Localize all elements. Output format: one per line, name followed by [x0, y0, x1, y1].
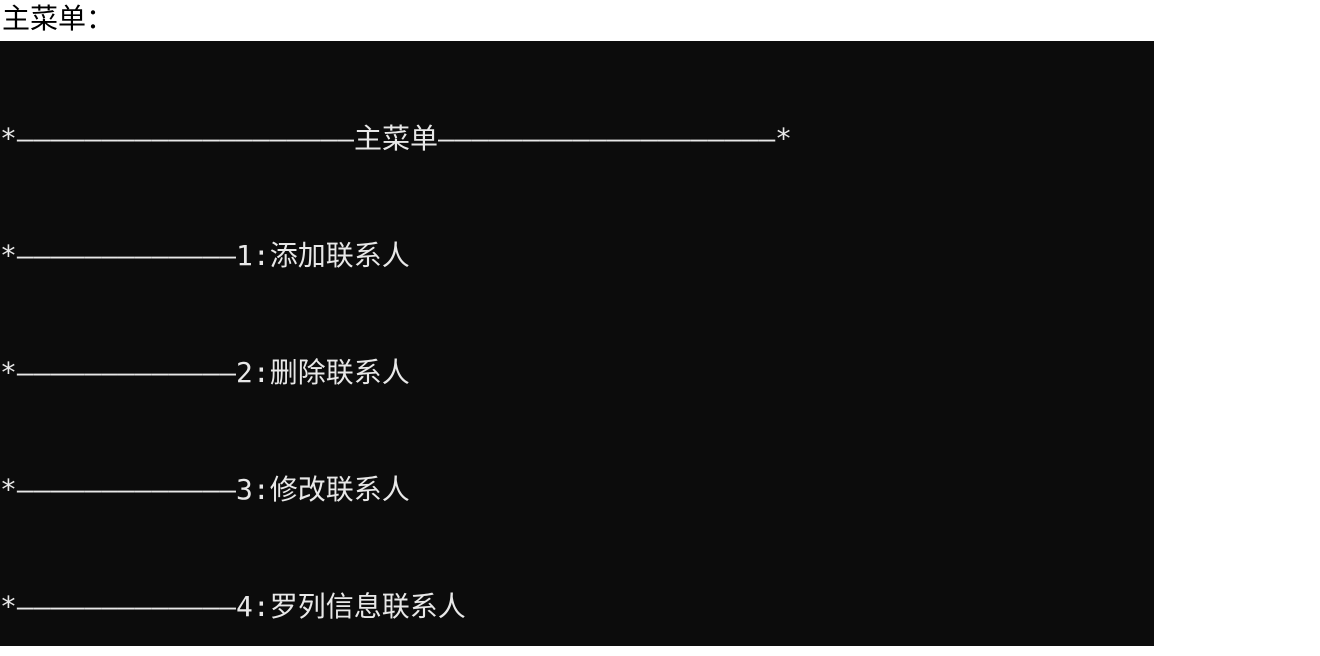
menu-item-1[interactable]: *—————————————1:添加联系人 — [0, 236, 1154, 275]
menu-item-4[interactable]: *—————————————4:罗列信息联系人 — [0, 587, 1154, 626]
terminal-window: *————————————————————主菜单————————————————… — [0, 41, 1154, 646]
menu-item-2[interactable]: *—————————————2:删除联系人 — [0, 353, 1154, 392]
menu-item-3[interactable]: *—————————————3:修改联系人 — [0, 470, 1154, 509]
page-heading: 主菜单： — [0, 0, 1320, 41]
menu-border-top: *————————————————————主菜单————————————————… — [0, 119, 1154, 158]
